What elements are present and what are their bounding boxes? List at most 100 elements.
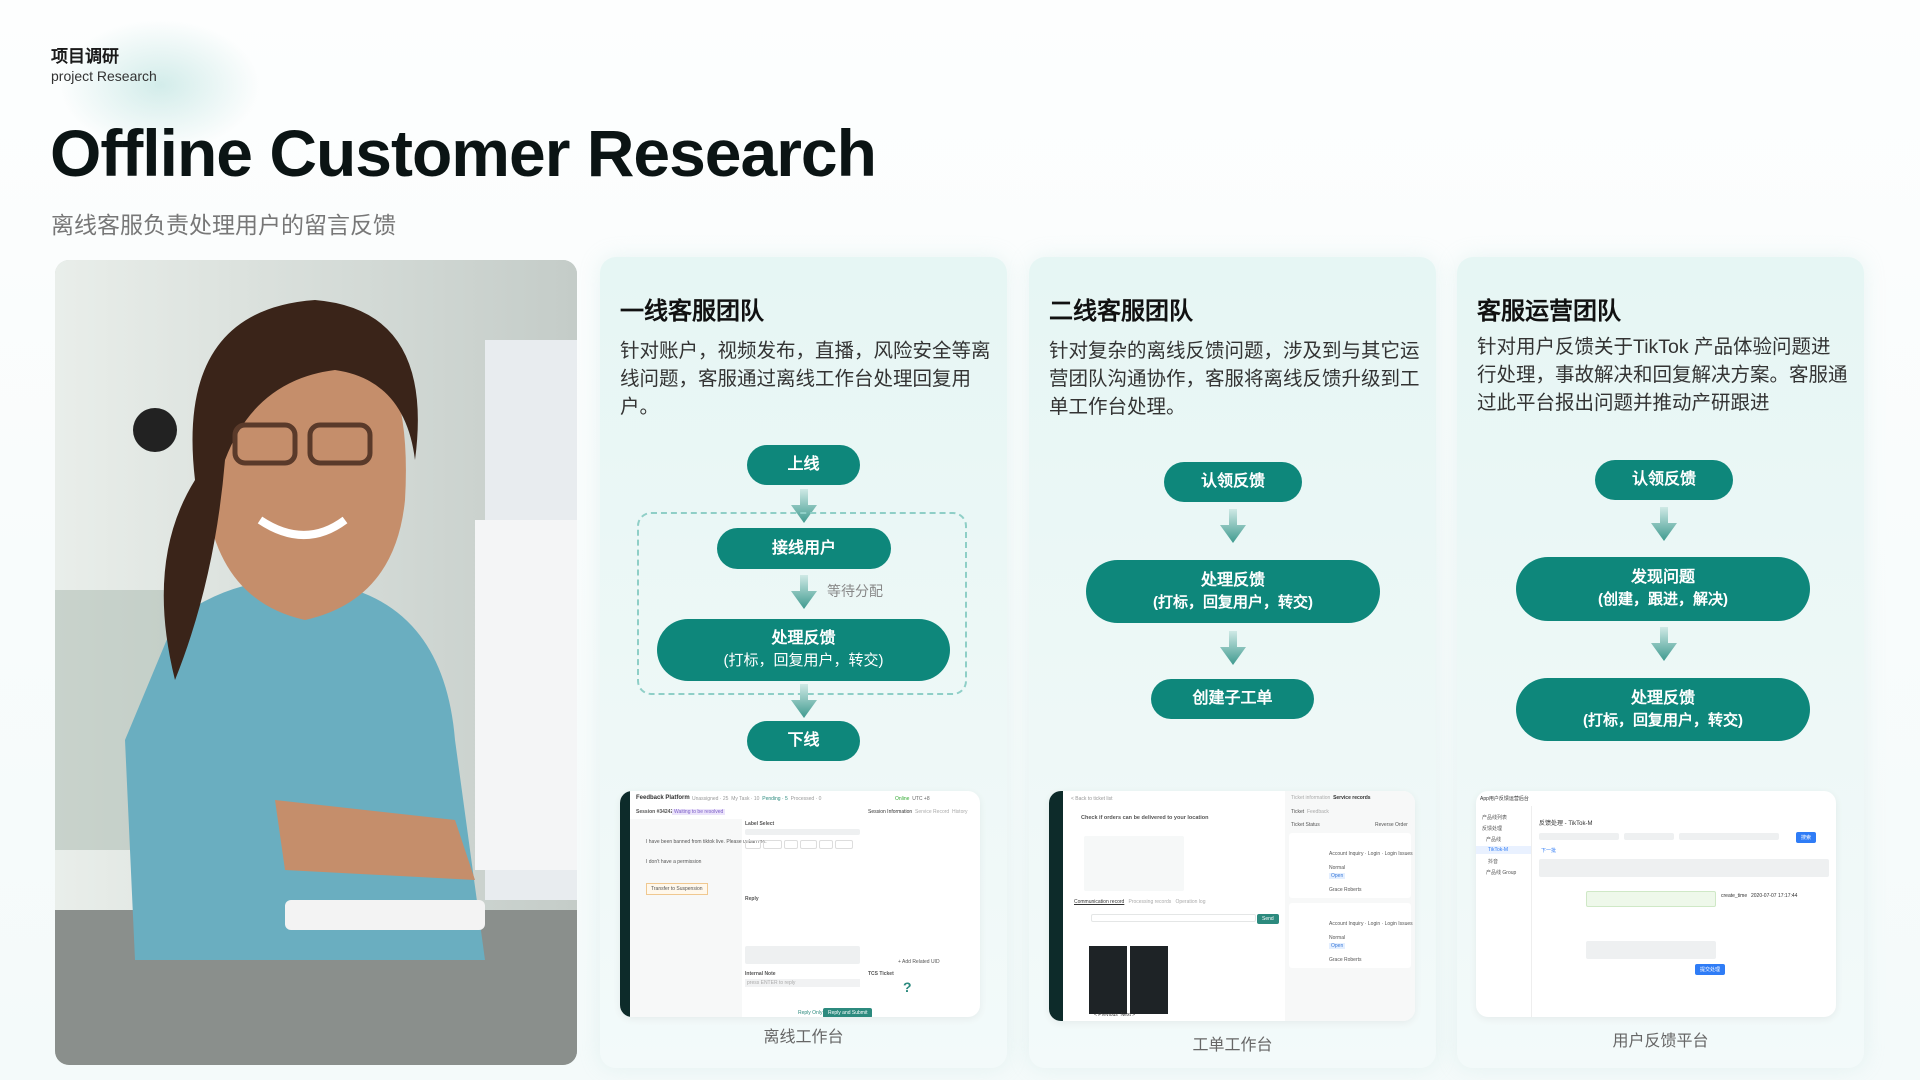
- page-title: 反馈处理 - TikTok-M: [1539, 821, 1593, 827]
- attachment-image: [1130, 946, 1168, 1014]
- section-kicker: 项目调研: [51, 47, 119, 66]
- record-card: Account Inquiry · Login · Login Issues N…: [1289, 833, 1413, 898]
- flow-step-label: 处理反馈: [771, 630, 836, 647]
- flow-step-process-feedback: 处理反馈 (打标，回复用户，转交): [1516, 678, 1810, 741]
- priority-value: Normal: [1329, 865, 1346, 871]
- agent-illustration: [55, 260, 577, 1065]
- next-button: Next >: [1120, 1012, 1136, 1018]
- tab: Ticket: [1291, 809, 1305, 815]
- status-badge: Open: [1329, 943, 1346, 949]
- arrow-down-icon: [1220, 631, 1246, 665]
- status-zone: Online UTC +8: [895, 796, 930, 802]
- label-chips: [744, 839, 862, 850]
- ticket-workbench-screenshot: < Back to ticket list Check if orders ca…: [1049, 791, 1415, 1021]
- offline-workbench-screenshot: Feedback Platform Unassigned · 25 My Tas…: [620, 791, 980, 1017]
- reply-submit-button: Reply and Submit: [823, 1008, 873, 1017]
- arrow-down-icon: [1651, 507, 1677, 541]
- card-title: 二线客服团队: [1049, 298, 1193, 325]
- nav-item: 产品线列表: [1482, 815, 1508, 821]
- card-description: 针对复杂的离线反馈问题，涉及到与其它运营团队沟通协作，客服将离线反馈升级到工单工…: [1049, 340, 1420, 418]
- timezone: UTC +8: [912, 796, 930, 802]
- tab: Communication record: [1074, 899, 1125, 905]
- nav-sidebar: 产品线列表 反馈处理 产品线 TikTok-M 抖音 产品线 Group: [1476, 806, 1532, 1017]
- status-badge: Open: [1329, 873, 1346, 879]
- ticket-title: Check if orders can be delivered to your…: [1081, 815, 1209, 821]
- flow-step-offline: 下线: [747, 721, 860, 761]
- chip: [783, 840, 799, 849]
- screenshot-caption: 用户反馈平台: [1612, 1033, 1709, 1050]
- flow-step-label: 接线用户: [771, 539, 836, 557]
- page-title: Offline Customer Research: [50, 116, 877, 190]
- back-link[interactable]: < Back to ticket list: [1071, 796, 1113, 802]
- chip: [800, 840, 817, 849]
- card-operations-team: 客服运营团队 针对用户反馈关于TikTok 产品体验问题进行处理，事故解决和回复…: [1457, 257, 1864, 1068]
- panel-tabs: Ticket information Service records: [1291, 795, 1371, 801]
- screenshot-caption: 离线工作台: [763, 1029, 844, 1046]
- tab: History: [951, 809, 968, 815]
- tab: Service records: [1333, 795, 1371, 801]
- add-related-uid: + Add Related UID: [898, 959, 940, 965]
- reverse-order: Reverse Order: [1375, 822, 1408, 828]
- ticket-status-filter: Ticket Status: [1291, 822, 1320, 828]
- session-id: Session #342425: [636, 809, 677, 815]
- tab: Ticket information: [1291, 795, 1331, 801]
- record-card: Account Inquiry · Login · Login Issues N…: [1289, 903, 1413, 968]
- panel-tabs: Session Information Service Record Histo…: [868, 809, 968, 815]
- app-sidebar: [620, 791, 630, 1017]
- arrow-down-icon: [1220, 509, 1246, 543]
- tag-value: Account Inquiry · Login · Login Issues: [1329, 851, 1413, 857]
- flow-step-find-issue: 发现问题 (创建，跟进，解决): [1516, 557, 1810, 621]
- service-records-panel: Ticket information Service records Ticke…: [1285, 791, 1415, 1021]
- reply-input: [1586, 941, 1716, 959]
- tab: Unassigned · 25: [692, 796, 729, 802]
- flow-step-process-feedback: 处理反馈 (打标，回复用户，转交): [1086, 560, 1380, 623]
- page-subtitle: 离线客服负责处理用户的留言反馈: [51, 212, 396, 238]
- sub-tabs: Ticket Feedback: [1291, 809, 1329, 815]
- internal-note-label: Internal Note: [745, 971, 776, 977]
- reply-textarea: [745, 946, 860, 964]
- app-sidebar: [1049, 791, 1063, 1021]
- message: I don't have a permission: [646, 859, 702, 865]
- next-batch-button: 下一批: [1541, 848, 1557, 854]
- operator-value: Grace Roberts: [1329, 957, 1362, 963]
- tab: Pending · 5: [762, 796, 788, 802]
- attachment-image: [1089, 946, 1127, 1014]
- reply-only-button: Reply Only: [798, 1010, 823, 1016]
- flow-step-online: 上线: [747, 445, 860, 485]
- app-name: Feedback Platform: [636, 795, 690, 801]
- arrow-down-icon: [791, 575, 817, 609]
- flow-step-label: 上线: [787, 456, 820, 473]
- operator-value: Grace Roberts: [1329, 887, 1362, 893]
- chip: [835, 840, 854, 849]
- arrow-down-icon: [791, 684, 817, 718]
- flow-step-sublabel: (打标，回复用户，转交): [1583, 711, 1743, 729]
- field-value: 2020-07-07 17:17:44: [1751, 893, 1798, 899]
- message-list: I have been banned from tiktok live. Ple…: [630, 819, 767, 1017]
- tab: Feedback: [1306, 809, 1329, 815]
- tab: Processing records: [1128, 899, 1172, 905]
- user-feedback-platform-screenshot: App用户反馈运营后台 产品线列表 反馈处理 产品线 TikTok-M 抖音 产…: [1476, 791, 1836, 1017]
- message: Transfer to Suspension: [646, 883, 708, 895]
- section-kicker-en: project Research: [51, 68, 157, 84]
- label-select: Label Select: [745, 821, 775, 827]
- tab: Service Record: [914, 809, 950, 815]
- flow-step-claim-feedback: 认领反馈: [1164, 462, 1302, 502]
- nav-item: 产品线 Group: [1486, 870, 1517, 876]
- flow-step-label: 下线: [787, 732, 820, 749]
- label-dropdown: [745, 829, 860, 835]
- tab: My Task · 10: [731, 796, 760, 802]
- send-button: Send: [1257, 914, 1279, 924]
- tag-value: Account Inquiry · Login · Login Issues: [1329, 921, 1413, 927]
- screenshot-caption: 工单工作台: [1192, 1037, 1273, 1054]
- app-name: App用户反馈运营后台: [1480, 796, 1529, 802]
- card-description: 针对用户反馈关于TikTok 产品体验问题进行处理，事故解决和回复解决方案。客服…: [1477, 336, 1848, 414]
- card-second-line-team: 二线客服团队 针对复杂的离线反馈问题，涉及到与其它运营团队沟通协作，客服将离线反…: [1029, 257, 1436, 1068]
- flow-step-label: 处理反馈: [1200, 571, 1265, 589]
- app-filter: [1624, 833, 1674, 840]
- flow-step-label: 认领反馈: [1631, 471, 1696, 488]
- flow-step-label: 处理反馈: [1630, 689, 1695, 707]
- note-input: press ENTER to reply: [745, 979, 860, 987]
- question-illustration-icon: ?: [903, 979, 912, 995]
- flow-step-claim-feedback: 认领反馈: [1595, 460, 1733, 500]
- nav-item: 抖音: [1488, 859, 1499, 865]
